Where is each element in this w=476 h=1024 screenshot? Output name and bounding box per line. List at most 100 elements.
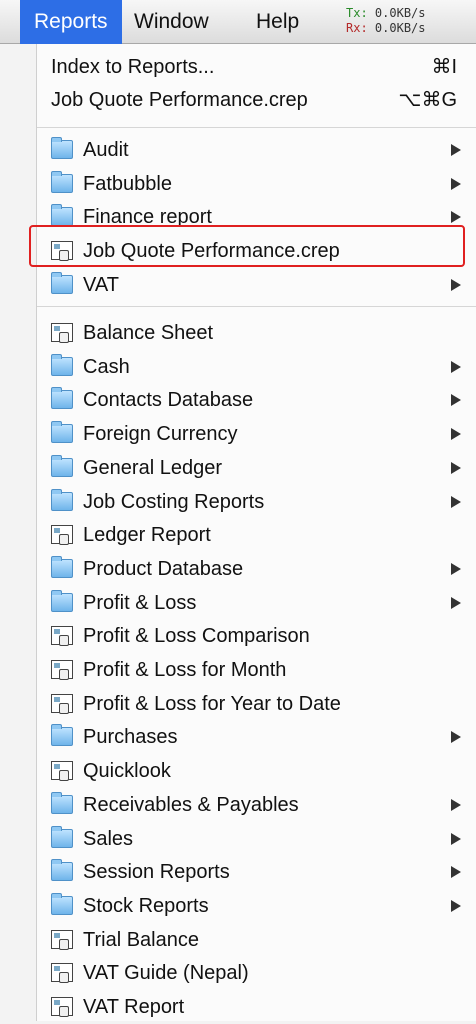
menu-item-profit-loss-for-year-to-date[interactable]: Profit & Loss for Year to Date — [37, 687, 476, 721]
menu-item-stock-reports[interactable]: Stock Reports — [37, 889, 476, 923]
menu-item-receivables-payables[interactable]: Receivables & Payables — [37, 788, 476, 822]
menu-item-general-ledger[interactable]: General Ledger — [37, 451, 476, 485]
menu-item-label: Job Quote Performance.crep — [51, 89, 308, 111]
menu-item-job-quote-performance-top[interactable]: Job Quote Performance.crep ⌥⌘G — [37, 83, 476, 117]
tx-value: 0.0KB/s — [374, 6, 426, 20]
menu-item-quicklook[interactable]: Quicklook — [37, 754, 476, 788]
folder-icon — [51, 488, 73, 511]
submenu-arrow-icon — [451, 360, 461, 373]
menu-item-session-reports[interactable]: Session Reports — [37, 855, 476, 889]
submenu-arrow-icon — [451, 798, 461, 811]
menu-item-job-costing-reports[interactable]: Job Costing Reports — [37, 485, 476, 519]
folder-icon — [51, 555, 73, 578]
menu-item-label: General Ledger — [83, 456, 222, 479]
folder-icon — [51, 204, 73, 227]
folder-icon — [51, 454, 73, 477]
report-icon — [51, 525, 73, 546]
menu-item-vat-guide-nepal[interactable]: VAT Guide (Nepal) — [37, 956, 476, 990]
menu-item-label: Job Costing Reports — [83, 490, 265, 513]
report-icon — [51, 323, 73, 343]
menu-separator — [37, 306, 476, 307]
menu-item-label: Cash — [83, 355, 130, 378]
folder-icon — [51, 825, 73, 848]
menu-item-profit-loss-comparison[interactable]: Profit & Loss Comparison — [37, 619, 476, 653]
submenu-arrow-icon — [451, 144, 461, 156]
submenu-arrow-icon — [451, 596, 461, 609]
reports-dropdown-menu: Index to Reports... ⌘I Job Quote Perform… — [29, 44, 476, 1024]
menu-item-profit-loss[interactable]: Profit & Loss — [37, 586, 476, 620]
menu-item-label: Product Database — [83, 557, 244, 580]
menu-item-label: VAT Guide (Nepal) — [83, 962, 249, 985]
submenu-arrow-icon — [451, 211, 461, 224]
menu-item-label: Foreign Currency — [83, 423, 238, 446]
menu-item-label: Audit — [83, 139, 129, 161]
folder-icon — [51, 589, 73, 612]
menu-item-label: Session Reports — [83, 861, 230, 884]
menu-item-fatbubble[interactable]: Fatbubble — [37, 167, 476, 201]
submenu-arrow-icon — [451, 278, 461, 291]
menu-item-trial-balance[interactable]: Trial Balance — [37, 923, 476, 957]
network-monitor: Tx: 0.0KB/s Rx: 0.0KB/s — [346, 6, 426, 36]
menu-item-foreign-currency[interactable]: Foreign Currency — [37, 417, 476, 451]
report-icon — [51, 963, 73, 984]
rx-value: 0.0KB/s — [374, 21, 426, 35]
menu-item-label: Trial Balance — [83, 928, 199, 951]
shortcut-label: ⌥⌘G — [398, 89, 457, 111]
submenu-arrow-icon — [451, 731, 461, 744]
submenu-arrow-icon — [451, 177, 461, 190]
menu-item-balance-sheet[interactable]: Balance Sheet — [37, 316, 476, 350]
menu-item-label: Sales — [83, 827, 134, 850]
folder-icon — [51, 791, 73, 814]
menu-item-ledger-report[interactable]: Ledger Report — [37, 518, 476, 552]
submenu-arrow-icon — [451, 394, 461, 407]
submenu-arrow-icon — [451, 495, 461, 508]
report-icon — [51, 660, 73, 680]
menu-reports[interactable]: Reports — [20, 0, 122, 44]
menu-item-label: Fatbubble — [83, 172, 172, 195]
folder-icon — [51, 271, 73, 294]
menu-item-product-database[interactable]: Product Database — [37, 552, 476, 586]
report-icon — [51, 929, 73, 950]
menu-item-label: Profit & Loss for Month — [83, 659, 287, 681]
menu-item-label: Receivables & Payables — [83, 793, 299, 816]
rx-label: Rx: — [346, 21, 368, 35]
menu-item-index-to-reports[interactable]: Index to Reports... ⌘I — [37, 50, 476, 84]
menu-item-label: Ledger Report — [83, 524, 211, 547]
menu-item-label: Contacts Database — [83, 389, 254, 412]
menu-item-vat[interactable]: VAT — [37, 268, 476, 302]
menu-item-label: Profit & Loss Comparison — [83, 625, 310, 648]
folder-icon — [51, 137, 73, 159]
submenu-arrow-icon — [451, 899, 461, 912]
folder-icon — [51, 170, 73, 193]
report-icon — [51, 761, 73, 782]
submenu-arrow-icon — [451, 866, 461, 879]
tx-label: Tx: — [346, 6, 368, 20]
menu-bar: Reports Window Help Tx: 0.0KB/s Rx: 0.0K… — [0, 0, 476, 44]
menu-window[interactable]: Window — [134, 0, 209, 44]
submenu-arrow-icon — [451, 832, 461, 845]
folder-icon — [51, 421, 73, 444]
report-icon — [51, 626, 73, 647]
shortcut-label: ⌘I — [431, 56, 457, 78]
menu-help[interactable]: Help — [256, 0, 299, 44]
folder-icon — [51, 859, 73, 882]
menu-item-label: Profit & Loss — [83, 591, 197, 614]
submenu-arrow-icon — [451, 461, 461, 474]
menu-item-sales[interactable]: Sales — [37, 822, 476, 856]
report-icon — [51, 997, 73, 1017]
folder-icon — [51, 387, 73, 410]
menu-item-label: Index to Reports... — [51, 56, 215, 78]
menu-item-contacts-database[interactable]: Contacts Database — [37, 383, 476, 417]
menu-item-purchases[interactable]: Purchases — [37, 720, 476, 754]
menu-item-cash[interactable]: Cash — [37, 350, 476, 384]
menu-item-vat-report[interactable]: VAT Report — [37, 990, 476, 1024]
submenu-arrow-icon — [451, 428, 461, 441]
menu-item-label: Stock Reports — [83, 894, 209, 917]
folder-icon — [51, 724, 73, 747]
menu-item-label: Purchases — [83, 726, 178, 749]
menu-item-label: Balance Sheet — [83, 322, 214, 344]
menu-item-label: Quicklook — [83, 760, 171, 783]
menu-item-audit[interactable]: Audit — [37, 133, 476, 167]
menu-item-profit-loss-for-month[interactable]: Profit & Loss for Month — [37, 653, 476, 687]
menu-item-label: VAT Report — [83, 996, 185, 1018]
